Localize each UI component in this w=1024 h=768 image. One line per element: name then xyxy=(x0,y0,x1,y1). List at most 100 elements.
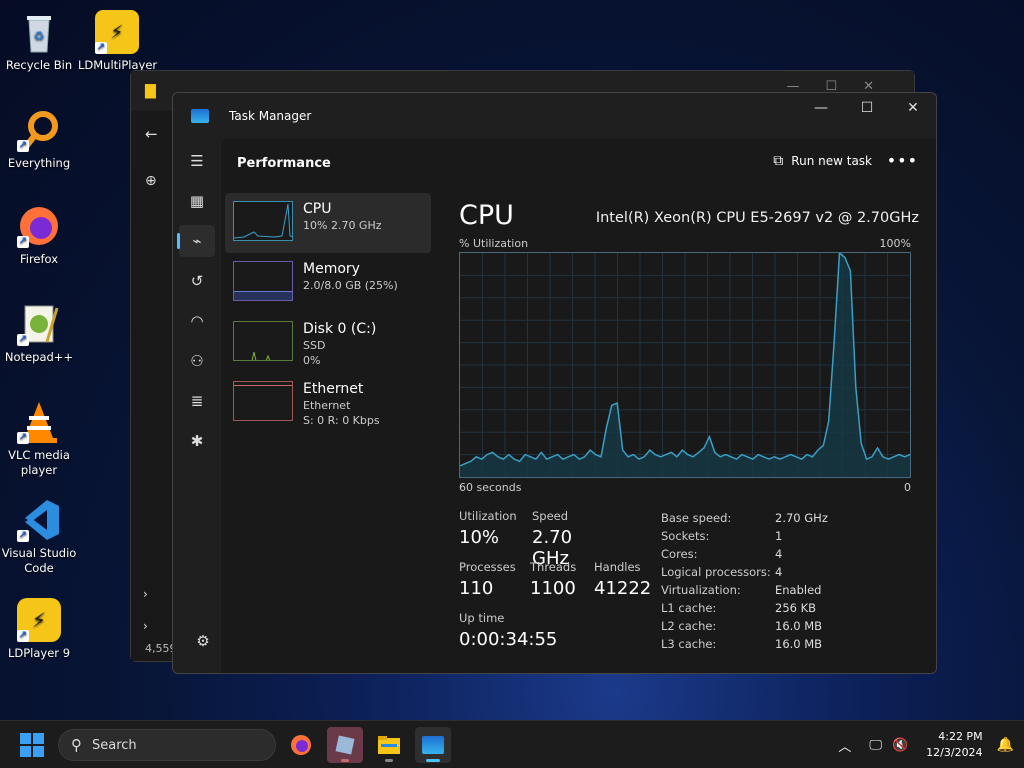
desktop-icon-everything[interactable]: ↗ Everything xyxy=(0,108,78,171)
resource-cpu[interactable]: CPU 10% 2.70 GHz xyxy=(225,193,431,253)
resource-disk[interactable]: Disk 0 (C:) SSD 0% xyxy=(225,313,431,373)
resource-sub: Ethernet xyxy=(303,399,351,412)
detail-header: CPU Intel(R) Xeon(R) CPU E5-2697 v2 @ 2.… xyxy=(459,193,919,231)
nav-services-icon[interactable]: ✱ xyxy=(179,425,215,457)
desktop-icon-label: Everything xyxy=(7,156,71,170)
running-indicator xyxy=(341,759,349,762)
nav-processes-icon[interactable]: ▦ xyxy=(179,185,215,217)
clock-time: 4:22 PM xyxy=(938,730,983,743)
task-manager-logo-icon xyxy=(191,109,209,123)
chevron-up-icon[interactable]: ︿ xyxy=(838,736,851,755)
expand-chevron-icon[interactable]: › xyxy=(143,619,148,633)
resource-memory[interactable]: Memory 2.0/8.0 GB (25%) xyxy=(225,253,431,313)
resource-sub: 10% 2.70 GHz xyxy=(303,219,382,232)
run-new-task-button[interactable]: ⧉ Run new task xyxy=(773,153,872,169)
desktop-icon-firefox[interactable]: ↗ Firefox xyxy=(0,204,78,267)
resource-sub: 2.0/8.0 GB (25%) xyxy=(303,279,398,292)
svg-text:♻: ♻ xyxy=(34,29,45,43)
resource-ethernet[interactable]: Ethernet Ethernet S: 0 R: 0 Kbps xyxy=(225,373,431,433)
nav-performance-icon[interactable]: ⌁ xyxy=(177,225,215,257)
spec-key: Logical processors: xyxy=(661,565,771,579)
more-options-icon[interactable]: ••• xyxy=(887,151,918,170)
nav-app-history-icon[interactable]: ↺ xyxy=(179,265,215,297)
stat-utilization: Utilization 10% xyxy=(459,509,517,548)
spec-row: L3 cache: 16.0 MB xyxy=(661,635,828,653)
shortcut-arrow-icon: ↗ xyxy=(17,432,29,444)
run-task-icon: ⧉ xyxy=(773,153,784,169)
volume-muted-icon[interactable]: 🔇 xyxy=(892,738,908,753)
desktop-icon-ldplayer[interactable]: ⚡ ↗ LDPlayer 9 xyxy=(0,598,78,661)
run-new-task-label: Run new task xyxy=(791,154,872,168)
shortcut-arrow-icon: ↗ xyxy=(17,630,29,642)
task-manager-window[interactable]: Task Manager — ☐ ✕ ☰ ▦ ⌁ ↺ ◠ ⚇ ≣ ✱ ⚙ Per… xyxy=(172,92,937,674)
firefox-icon xyxy=(291,735,311,755)
notification-bell-icon[interactable]: 🔔 xyxy=(997,737,1014,753)
stat-value: 1100 xyxy=(530,578,576,599)
folder-icon xyxy=(378,736,400,754)
graph-x-left: 60 seconds xyxy=(459,481,522,494)
shortcut-arrow-icon: ↗ xyxy=(17,236,29,248)
stat-threads: Threads 1100 xyxy=(530,560,576,599)
taskbar-task-manager[interactable] xyxy=(415,727,451,763)
notepadpp-icon: ↗ xyxy=(17,302,61,346)
clock[interactable]: 4:22 PM 12/3/2024 xyxy=(926,729,982,761)
spec-key: L2 cache: xyxy=(661,619,717,633)
window-title: Task Manager xyxy=(229,109,312,123)
spec-value: 4 xyxy=(775,565,783,579)
minimize-button[interactable]: — xyxy=(798,93,844,123)
taskbar-search-box[interactable]: ⚲ Search xyxy=(58,729,276,761)
cpu-spec-list: Base speed: 2.70 GHz Sockets: 1 Cores: 4 Lo… xyxy=(661,509,828,653)
page-header: Performance ⧉ Run new task ••• xyxy=(221,139,936,187)
hamburger-menu-icon[interactable]: ☰ xyxy=(179,145,215,177)
spec-row: Logical processors: 4 xyxy=(661,563,828,581)
maximize-button[interactable]: ☐ xyxy=(844,93,890,123)
expand-chevron-icon[interactable]: › xyxy=(143,587,148,601)
desktop-icon-notepadpp[interactable]: ↗ Notepad++ xyxy=(0,302,78,365)
taskbar: ⚲ Search ︿ 🖵 🔇 4:22 PM 12/3/2024 🔔 xyxy=(0,720,1024,768)
resource-name: Memory xyxy=(303,261,360,277)
desktop-icon-vlc[interactable]: ↗ VLC media player xyxy=(0,400,78,478)
vscode-icon: ↗ xyxy=(17,498,61,542)
page-title: Performance xyxy=(237,155,331,171)
stat-label: Processes xyxy=(459,560,516,574)
running-indicator xyxy=(426,759,440,762)
graph-y-label: % Utilization xyxy=(459,237,529,250)
explorer-nav-pane: ← ⊕ › › xyxy=(131,111,173,661)
desktop-icon-vscode[interactable]: ↗ Visual Studio Code xyxy=(0,498,78,576)
spec-value: 16.0 MB xyxy=(775,619,823,633)
spec-row: Sockets: 1 xyxy=(661,527,828,545)
nav-details-icon[interactable]: ≣ xyxy=(179,385,215,417)
cpu-thumbnail-graph xyxy=(233,201,293,241)
stat-label: Threads xyxy=(530,560,577,574)
search-placeholder: Search xyxy=(92,737,137,753)
ldplayer-icon: ⚡ ↗ xyxy=(17,598,61,642)
desktop-icon-label: VLC media player xyxy=(8,448,70,477)
taskbar-app[interactable] xyxy=(327,727,363,763)
nav-users-icon[interactable]: ⚇ xyxy=(179,345,215,377)
running-indicator xyxy=(385,759,393,762)
task-manager-icon xyxy=(422,736,444,754)
network-icon[interactable]: 🖵 xyxy=(869,738,882,753)
desktop-icon-recycle-bin[interactable]: ♻ Recycle Bin xyxy=(0,10,78,73)
spec-row: Cores: 4 xyxy=(661,545,828,563)
taskbar-firefox[interactable] xyxy=(283,727,319,763)
stat-handles: Handles 41222 xyxy=(594,560,651,599)
recycle-bin-icon: ♻ xyxy=(17,10,61,54)
nav-startup-apps-icon[interactable]: ◠ xyxy=(179,305,215,337)
stat-uptime: Up time 0:00:34:55 xyxy=(459,611,557,650)
desktop-icon-ldmultiplayer[interactable]: ⚡ ↗ LDMultiPlayer xyxy=(78,10,157,73)
resource-name: CPU xyxy=(303,201,332,217)
resource-sub: SSD xyxy=(303,339,326,352)
new-icon[interactable]: ⊕ xyxy=(145,173,157,189)
shortcut-arrow-icon: ↗ xyxy=(95,42,107,54)
spec-key: L3 cache: xyxy=(661,637,717,651)
close-button[interactable]: ✕ xyxy=(890,93,936,123)
settings-gear-icon[interactable]: ⚙ xyxy=(185,625,221,657)
taskbar-file-explorer[interactable] xyxy=(371,727,407,763)
performance-page: Performance ⧉ Run new task ••• CPU 10% 2… xyxy=(221,139,936,673)
back-arrow-icon[interactable]: ← xyxy=(145,125,158,143)
ldmultiplayer-icon: ⚡ ↗ xyxy=(95,10,139,54)
start-button-windows-icon[interactable] xyxy=(20,733,44,757)
spec-value: 1 xyxy=(775,529,783,543)
shortcut-arrow-icon: ↗ xyxy=(17,530,29,542)
